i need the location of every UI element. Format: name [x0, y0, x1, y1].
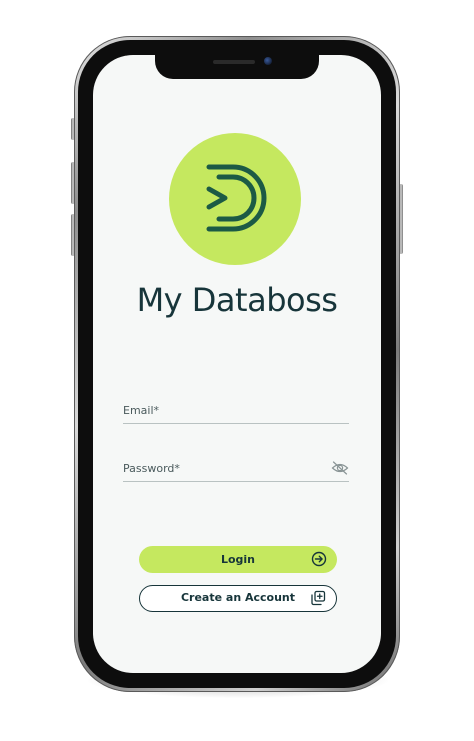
- stage: My Databoss Email* Password* Login Creat…: [0, 0, 474, 741]
- add-stack-icon: [311, 590, 326, 606]
- app-title: My Databoss: [136, 281, 338, 319]
- phone-notch: [155, 55, 319, 79]
- databoss-logo-icon: [206, 164, 267, 232]
- app-screen: My Databoss Email* Password* Login Creat…: [93, 55, 381, 673]
- login-button-label: Login: [220, 553, 256, 566]
- password-label: Password*: [123, 462, 180, 475]
- create-account-button[interactable]: Create an Account: [139, 585, 337, 612]
- front-camera: [264, 57, 272, 65]
- email-label: Email*: [123, 404, 160, 417]
- create-account-button-label: Create an Account: [180, 591, 296, 604]
- password-field[interactable]: Password*: [123, 459, 349, 482]
- app-logo: [169, 133, 301, 265]
- email-field[interactable]: Email*: [123, 401, 349, 424]
- eye-slash-icon[interactable]: [331, 460, 349, 476]
- login-button[interactable]: Login: [139, 546, 337, 573]
- earpiece-speaker: [213, 60, 255, 64]
- arrow-right-circle-icon: [311, 551, 327, 567]
